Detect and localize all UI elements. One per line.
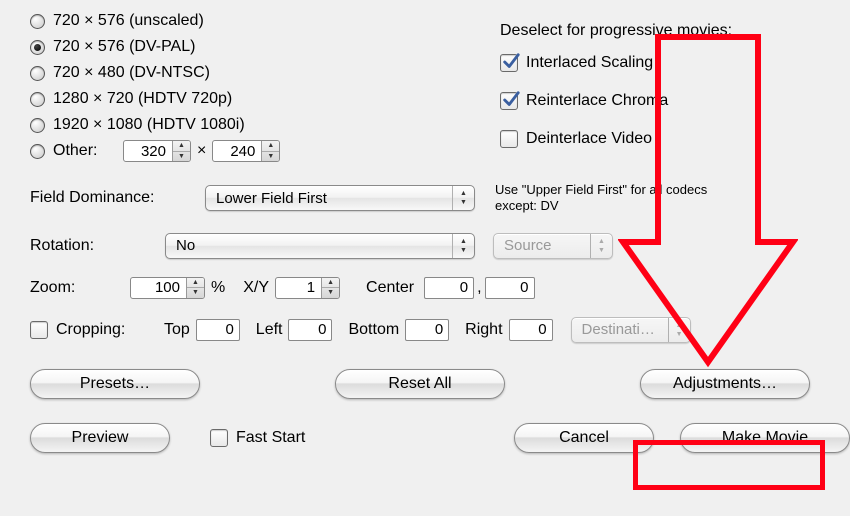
checkbox-interlaced_scaling[interactable] [500, 54, 518, 72]
radio-resolution-label: 720 × 576 (unscaled) [53, 12, 204, 30]
stepper-icon: ▲▼ [321, 278, 339, 298]
crop-right-label: Right [465, 321, 502, 339]
zoom-center-label: Center [366, 279, 414, 297]
crop-left-input[interactable]: 0 [288, 319, 332, 341]
checkbox-label-deinterlace_video: Deinterlace Video [526, 130, 652, 148]
field-dominance-dropdown[interactable]: Lower Field First ▲▼ [205, 185, 475, 211]
stepper-icon: ▲▼ [186, 278, 204, 298]
center-y-input[interactable]: 0 [485, 277, 535, 299]
radio-resolution-label: 1280 × 720 (HDTV 720p) [53, 90, 232, 108]
rotation-source-dropdown: Source ▲▼ [493, 233, 613, 259]
radio-resolution-other[interactable] [30, 144, 45, 159]
checkbox-reinterlace_chroma[interactable] [500, 92, 518, 110]
crop-destination-dropdown: Destinati… ▲▼ [571, 317, 691, 343]
other-label: Other: [53, 142, 123, 160]
zoom-label: Zoom: [30, 279, 130, 297]
deselect-header: Deselect for progressive movies: [500, 22, 800, 40]
cropping-checkbox[interactable] [30, 321, 48, 339]
radio-resolution-label: 720 × 576 (DV-PAL) [53, 38, 195, 56]
preview-button[interactable]: Preview [30, 423, 170, 453]
field-dominance-hint: Use "Upper Field First" for all codecs e… [495, 182, 715, 215]
other-height-stepper[interactable]: 240 ▲▼ [212, 140, 280, 162]
checkbox-label-interlaced_scaling: Interlaced Scaling [526, 54, 653, 72]
other-width-stepper[interactable]: 320 ▲▼ [123, 140, 191, 162]
radio-resolution-label: 1920 × 1080 (HDTV 1080i) [53, 116, 245, 134]
zoom-xy-label: X/Y [243, 279, 269, 297]
reset-all-button[interactable]: Reset All [335, 369, 505, 399]
zoom-xy-stepper[interactable]: 1 ▲▼ [275, 277, 340, 299]
cropping-label: Cropping: [56, 321, 164, 339]
fast-start-checkbox[interactable] [210, 429, 228, 447]
adjustments-button[interactable]: Adjustments… [640, 369, 810, 399]
cancel-button[interactable]: Cancel [514, 423, 654, 453]
rotation-label: Rotation: [30, 237, 165, 255]
center-x-input[interactable]: 0 [424, 277, 474, 299]
chevron-updown-icon: ▲▼ [590, 234, 612, 258]
presets-button[interactable]: Presets… [30, 369, 200, 399]
radio-resolution-1[interactable] [30, 40, 45, 55]
make-movie-button[interactable]: Make Movie [680, 423, 850, 453]
chevron-updown-icon: ▲▼ [452, 234, 474, 258]
radio-resolution-2[interactable] [30, 66, 45, 81]
radio-resolution-label: 720 × 480 (DV-NTSC) [53, 64, 210, 82]
chevron-updown-icon: ▲▼ [668, 318, 690, 342]
crop-left-label: Left [256, 321, 283, 339]
rotation-dropdown[interactable]: No ▲▼ [165, 233, 475, 259]
crop-bottom-label: Bottom [348, 321, 399, 339]
crop-top-label: Top [164, 321, 190, 339]
radio-resolution-3[interactable] [30, 92, 45, 107]
zoom-value-stepper[interactable]: 100 ▲▼ [130, 277, 205, 299]
crop-right-input[interactable]: 0 [509, 319, 553, 341]
stepper-icon: ▲▼ [172, 141, 190, 161]
crop-top-input[interactable]: 0 [196, 319, 240, 341]
checkbox-deinterlace_video[interactable] [500, 130, 518, 148]
chevron-updown-icon: ▲▼ [452, 186, 474, 210]
radio-resolution-0[interactable] [30, 14, 45, 29]
radio-resolution-4[interactable] [30, 118, 45, 133]
checkbox-label-reinterlace_chroma: Reinterlace Chroma [526, 92, 668, 110]
stepper-icon: ▲▼ [261, 141, 279, 161]
dimension-separator: × [191, 142, 212, 160]
field-dominance-label: Field Dominance: [30, 189, 205, 207]
fast-start-label: Fast Start [236, 429, 305, 447]
crop-bottom-input[interactable]: 0 [405, 319, 449, 341]
